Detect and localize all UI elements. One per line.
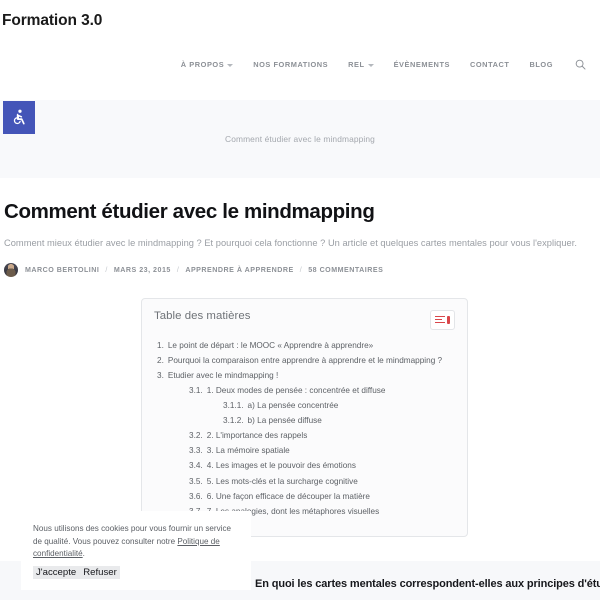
list-item[interactable]: 1. Le point de départ : le MOOC « Appren… [154,341,455,350]
chevron-down-icon [367,63,374,67]
toc-item-number: 1. [157,340,164,350]
refuse-cookies-button[interactable]: Refuser [83,567,117,578]
post-date: MARS 23, 2015 [113,265,171,274]
wheelchair-accessibility-icon[interactable] [3,101,35,134]
list-item[interactable]: 3.1.2. b) La pensée diffuse [154,416,455,425]
cookie-consent-banner: Nous utilisons des cookies pour vous fou… [21,511,251,590]
nav-item-label: ÉVÈNEMENTS [393,60,450,69]
toc-item-number: 3.1.2. [223,416,244,426]
nav-item-rel[interactable]: REL [338,60,383,69]
section-heading: En quoi les cartes mentales corresponden… [255,578,600,590]
table-of-contents: Table des matières 1. Le point de départ… [141,297,468,537]
toc-list: 1. Le point de départ : le MOOC « Appren… [154,341,455,516]
cookie-text-part2: . [82,549,85,559]
list-item[interactable]: 2. Pourquoi la comparaison entre apprend… [154,356,455,365]
chevron-down-icon [227,63,234,67]
post-meta: MARCO BERTOLINI / MARS 23, 2015 / APPREN… [4,262,596,277]
toc-item-label: Etudier avec le mindmapping ! [167,370,279,380]
article-header: Comment étudier avec le mindmapping Comm… [0,178,600,277]
toc-item-label: 5. Les mots-clés et la surcharge cogniti… [206,476,358,486]
list-item[interactable]: 3.1. 1. Deux modes de pensée : concentré… [154,386,455,395]
list-lines-icon [435,315,446,324]
toc-item-number: 3.5. [189,476,203,486]
nav-item-label: REL [348,60,365,69]
toggle-bar-icon [447,315,450,324]
nav-item-evenements[interactable]: ÉVÈNEMENTS [384,60,460,69]
nav-item-a-propos[interactable]: À PROPOS [171,60,243,69]
nav-item-label: À PROPOS [180,60,225,69]
site-header: À PROPOS NOS FORMATIONS REL ÉVÈNEMENTS C… [0,42,600,134]
list-item[interactable]: 3. Etudier avec le mindmapping ! [154,371,455,380]
accept-cookies-button[interactable]: J'accepte [36,567,76,578]
toc-title: Table des matières [154,309,251,322]
breadcrumb-band: Comment étudier avec le mindmapping [0,100,600,178]
list-item[interactable]: 3.4. 4. Les images et le pouvoir des émo… [154,461,455,470]
toc-header: Table des matières [154,309,455,330]
page-title: Comment étudier avec le mindmapping [4,200,375,223]
cookie-actions: J'accepte Refuser [33,565,120,579]
site-title[interactable]: Formation 3.0 [2,12,102,30]
breadcrumb: Comment étudier avec le mindmapping [225,134,375,144]
main-navigation: À PROPOS NOS FORMATIONS REL ÉVÈNEMENTS C… [171,59,592,70]
toc-item-label: 3. La mémoire spatiale [206,446,290,456]
toc-item-label: 2. L'importance des rappels [206,431,308,441]
nav-item-label: NOS FORMATIONS [253,60,329,69]
toc-item-number: 3.4. [189,461,203,471]
meta-separator: / [299,265,303,274]
toc-item-label: 6. Une façon efficace de découper la mat… [206,491,370,501]
toc-item-number: 3.3. [189,446,203,456]
nav-item-contact[interactable]: CONTACT [460,60,519,69]
nav-item-label: CONTACT [470,60,510,69]
toc-list-toggle-icon[interactable] [430,309,455,330]
toc-item-number: 3.6. [189,491,203,501]
toc-item-number: 3.1.1. [223,401,244,411]
toc-item-number: 3.1. [189,385,203,395]
post-excerpt: Comment mieux étudier avec le mindmappin… [4,237,577,248]
post-category[interactable]: APPRENDRE À APPRENDRE [185,266,293,274]
list-item[interactable]: 3.3. 3. La mémoire spatiale [154,446,455,455]
toc-item-number: 3. [157,370,164,380]
toc-wrapper: Table des matières 1. Le point de départ… [0,297,600,537]
nav-item-label: BLOG [529,60,553,69]
meta-separator: / [105,265,108,274]
nav-item-blog[interactable]: BLOG [519,60,563,69]
toc-item-label: 1. Deux modes de pensée : concentrée et … [206,385,386,395]
toc-item-label: 4. Les images et le pouvoir des émotions [206,461,356,471]
post-comments-count[interactable]: 58 COMMENTAIRES [308,266,383,274]
list-item[interactable]: 3.6. 6. Une façon efficace de découper l… [154,492,455,501]
nav-item-nos-formations[interactable]: NOS FORMATIONS [243,60,338,69]
site-title-bar: Formation 3.0 [0,0,600,42]
list-item[interactable]: 3.1.1. a) La pensée concentrée [154,401,455,410]
cookie-consent-text: Nous utilisons des cookies pour vous fou… [33,523,239,561]
toc-item-label: a) La pensée concentrée [247,401,339,411]
post-author[interactable]: MARCO BERTOLINI [25,266,99,274]
search-icon[interactable] [563,59,592,70]
toc-item-number: 3.2. [189,431,203,441]
toc-item-label: Le point de départ : le MOOC « Apprendre… [167,340,374,350]
avatar [4,262,18,277]
meta-separator: / [176,265,180,274]
toc-item-number: 2. [157,355,164,365]
toc-item-label: Pourquoi la comparaison entre apprendre … [167,355,443,365]
list-item[interactable]: 3.2. 2. L'importance des rappels [154,431,455,440]
toc-item-label: b) La pensée diffuse [247,416,322,426]
list-item[interactable]: 3.5. 5. Les mots-clés et la surcharge co… [154,477,455,486]
